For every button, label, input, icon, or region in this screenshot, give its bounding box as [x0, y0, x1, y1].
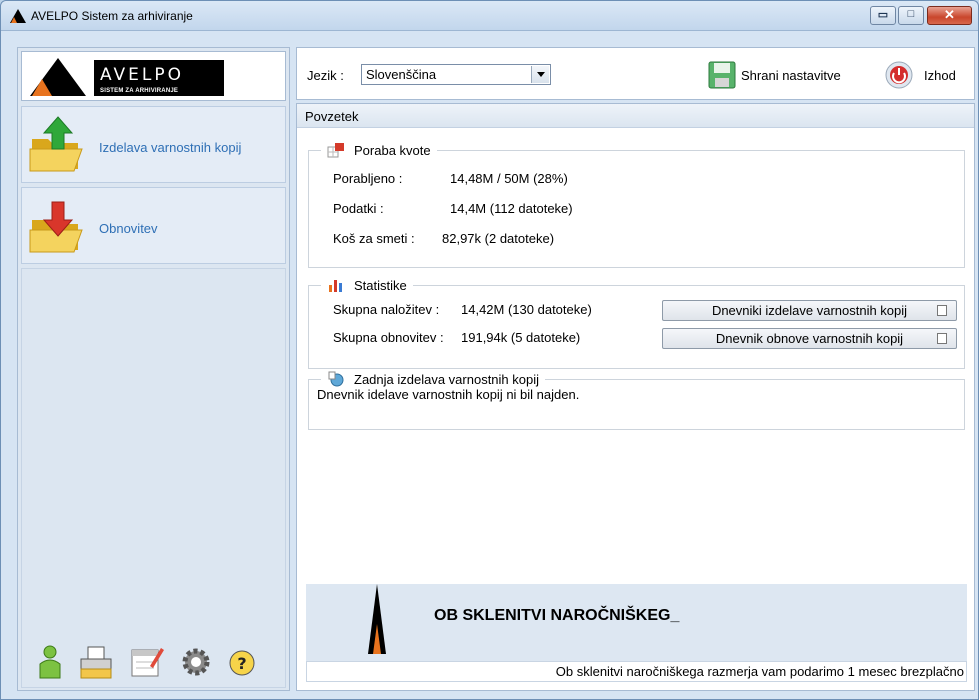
summary-title: Povzetek — [305, 109, 359, 124]
window-title: AVELPO Sistem za arhiviranje — [31, 9, 193, 23]
help-icon[interactable]: ? — [224, 644, 260, 680]
language-value: Slovenščina — [366, 67, 437, 82]
folder-upload-icon — [29, 116, 83, 172]
folder-download-icon — [29, 201, 83, 253]
quota-data-label: Podatki : — [333, 201, 384, 216]
logo-subtitle: SISTEM ZA ARHIVIRANJE — [100, 88, 179, 94]
minimize-icon: ▭ — [877, 9, 889, 21]
quota-used-label: Porabljeno : — [333, 171, 403, 186]
quota-trash-value: 82,97k (2 datoteke) — [442, 231, 555, 246]
last-backup-title: Zadnja izdelava varnostnih kopij — [354, 371, 539, 387]
summary-header: Povzetek — [297, 104, 974, 128]
logo: AVELPO SISTEM ZA ARHIVIRANJE — [21, 51, 286, 101]
avelpo-logo-icon — [10, 9, 26, 23]
banner-title: OB SKLENITVI NAROČNIŠKEG_ — [434, 607, 680, 624]
quota-trash-label: Koš za smeti : — [333, 231, 415, 246]
restore-log-button-label: Dnevnik obnove varnostnih kopij — [715, 331, 904, 346]
sidebar-empty-area — [21, 268, 286, 688]
bar-chart-icon — [329, 280, 342, 292]
close-icon: ✕ — [944, 7, 955, 22]
stats-uploads-label: Skupna naložitev : — [333, 302, 440, 317]
backup-logs-button-label: Dnevniki izdelave varnostnih kopij — [711, 303, 908, 318]
language-label: Jezik : — [307, 68, 344, 83]
banner-ticker-text: Ob sklenitvi naročniškega razmerja vam p… — [555, 664, 964, 679]
logo-triangle-icon — [30, 58, 86, 96]
restore-log-button[interactable]: Dnevnik obnove varnostnih kopij — [662, 328, 957, 349]
chevron-down-icon[interactable] — [531, 66, 549, 83]
exit-icon[interactable] — [885, 61, 913, 89]
quota-trash-row: Koš za smeti : 82,97k (2 datoteke) — [333, 231, 554, 246]
last-backup-message: Dnevnik idelave varnostnih kopij ni bil … — [317, 387, 580, 402]
stats-restores-label: Skupna obnovitev : — [333, 330, 444, 345]
backup-logs-button[interactable]: Dnevniki izdelave varnostnih kopij — [662, 300, 957, 321]
sidebar-item-label: Obnovitev — [99, 221, 158, 236]
quota-icon — [327, 143, 344, 158]
statistics-legend: Statistike — [321, 277, 413, 293]
tower-logo-icon — [368, 584, 386, 654]
maximize-button[interactable]: □ — [898, 6, 924, 25]
quota-used-value: 14,48M / 50M (28%) — [450, 171, 568, 186]
banner-ticker: Ob sklenitvi naročniškega razmerja vam p… — [306, 661, 967, 682]
document-icon — [937, 305, 947, 316]
close-button[interactable]: ✕ — [927, 6, 972, 25]
promo-banner[interactable]: OB SKLENITVI NAROČNIŠKEG_ Ob sklenitvi n… — [306, 584, 967, 682]
stats-uploads-value: 14,42M (130 datoteke) — [461, 302, 592, 317]
title-bar[interactable]: AVELPO Sistem za arhiviranje ▭ □ ✕ — [1, 1, 978, 31]
statistics-title: Statistike — [354, 277, 407, 293]
last-backup-group: Zadnja izdelava varnostnih kopij Dnevnik… — [308, 371, 965, 430]
save-settings-button[interactable]: Shrani nastavitve — [741, 68, 841, 83]
language-select[interactable]: Slovenščina — [361, 64, 551, 85]
printer-icon[interactable] — [78, 644, 114, 680]
quota-title: Poraba kvote — [354, 142, 431, 158]
backup-globe-icon — [328, 371, 344, 387]
gear-icon[interactable] — [178, 644, 214, 680]
save-icon[interactable] — [707, 60, 737, 90]
quota-used-row: Porabljeno : 14,48M / 50M (28%) — [333, 171, 568, 186]
maximize-icon: □ — [907, 8, 915, 20]
quota-group: Poraba kvote Porabljeno : 14,48M / 50M (… — [308, 142, 965, 268]
quota-data-row: Podatki : 14,4M (112 datoteke) — [333, 201, 573, 216]
stats-uploads-row: Skupna naložitev : 14,42M (130 datoteke) — [333, 302, 592, 317]
calendar-edit-icon[interactable] — [128, 644, 164, 680]
minimize-button[interactable]: ▭ — [870, 6, 896, 25]
summary-panel: Povzetek Poraba kvote Porabljeno : 14,48… — [296, 103, 975, 691]
quota-data-value: 14,4M (112 datoteke) — [450, 201, 573, 216]
last-backup-legend: Zadnja izdelava varnostnih kopij — [321, 371, 545, 387]
sidebar-item-restore[interactable]: Obnovitev — [21, 187, 286, 264]
quota-legend: Poraba kvote — [321, 142, 437, 158]
sidebar: AVELPO SISTEM ZA ARHIVIRANJE Izdelava va… — [17, 47, 290, 691]
sidebar-item-backup[interactable]: Izdelava varnostnih kopij — [21, 106, 286, 183]
svg-text:?: ? — [237, 654, 246, 673]
exit-button[interactable]: Izhod — [924, 68, 956, 83]
user-icon[interactable] — [32, 644, 68, 680]
sidebar-item-label: Izdelava varnostnih kopij — [99, 140, 242, 155]
document-icon — [937, 333, 947, 344]
logo-wordmark: AVELPO — [100, 65, 185, 85]
toolbar: Jezik : Slovenščina Shrani nastavitve Iz… — [296, 47, 975, 100]
statistics-group: Statistike Skupna naložitev : 14,42M (13… — [308, 277, 965, 369]
stats-restores-value: 191,94k (5 datoteke) — [461, 330, 581, 345]
stats-restores-row: Skupna obnovitev : 191,94k (5 datoteke) — [333, 330, 580, 345]
